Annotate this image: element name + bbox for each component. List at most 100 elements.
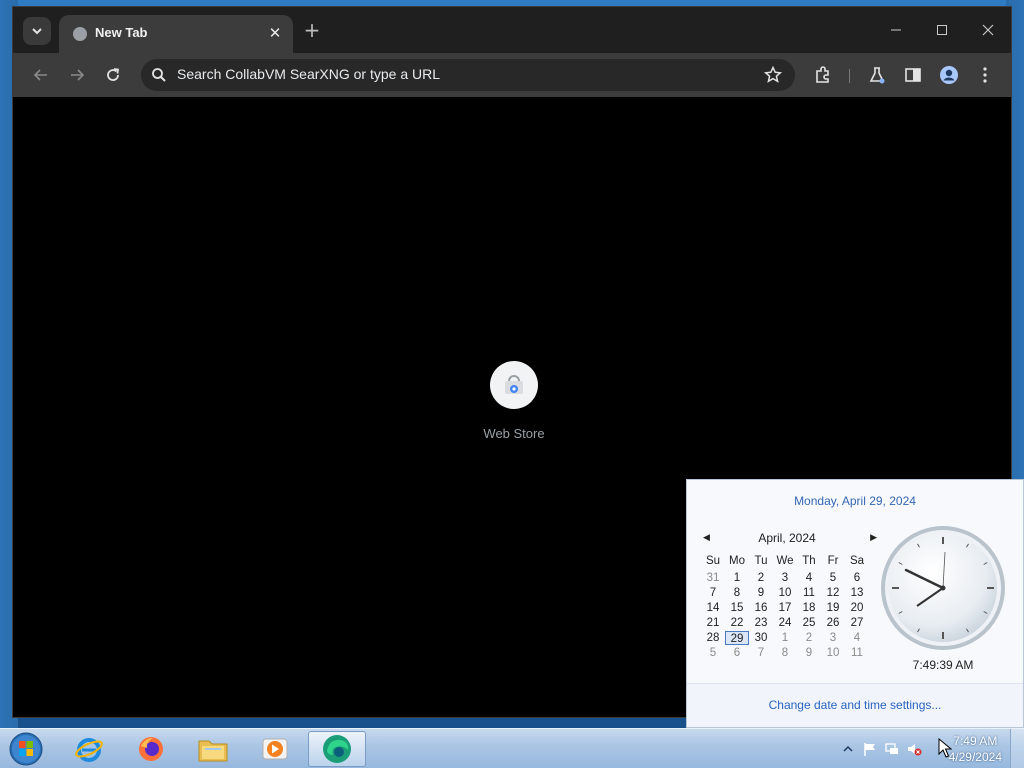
forward-button[interactable] [63, 61, 91, 89]
calendar-day[interactable]: 30 [749, 631, 773, 645]
calendar-day[interactable]: 5 [821, 571, 845, 585]
taskbar-media-player[interactable] [246, 731, 304, 767]
calendar-day[interactable]: 10 [773, 586, 797, 600]
calendar-day[interactable]: 7 [749, 646, 773, 660]
calendar-day[interactable]: 12 [821, 586, 845, 600]
calendar-day[interactable]: 18 [797, 601, 821, 615]
calendar-grid: Su Mo Tu We Th Fr Sa 31 1 2 3 4 5 6 7 8 9 10 11 12 13 14 15 16 1… [701, 554, 873, 660]
calendar-day[interactable]: 16 [749, 601, 773, 615]
calendar-day[interactable]: 11 [797, 586, 821, 600]
tab-new-tab[interactable]: New Tab ✕ [59, 15, 293, 53]
calendar-month-title[interactable]: April, 2024 [701, 531, 873, 545]
address-bar-placeholder: Search CollabVM SearXNG or type a URL [177, 66, 440, 82]
maximize-button[interactable] [919, 7, 965, 53]
side-panel-icon[interactable] [903, 65, 923, 85]
calendar-day[interactable]: 22 [725, 616, 749, 630]
calendar-day[interactable]: 17 [773, 601, 797, 615]
shortcut-icon-circle [490, 361, 538, 409]
volume-muted-icon[interactable] [906, 741, 922, 757]
calendar-day[interactable]: 19 [821, 601, 845, 615]
taskbar-edge-browser[interactable] [308, 731, 366, 767]
calendar-day[interactable]: 6 [725, 646, 749, 660]
edge-browser-icon [323, 735, 351, 763]
windows-orb-icon [9, 732, 43, 766]
calendar-day[interactable]: 8 [773, 646, 797, 660]
reload-button[interactable] [99, 61, 127, 89]
calendar-day[interactable]: 29 [725, 631, 749, 645]
calendar-day[interactable]: 4 [797, 571, 821, 585]
action-center-flag-icon[interactable] [862, 741, 878, 757]
taskbar-file-explorer[interactable] [184, 731, 242, 767]
back-icon [33, 69, 47, 81]
system-tray: 7:49 AM 4/29/2024 [834, 729, 1024, 768]
calendar-weekday-header: Mo [729, 555, 745, 567]
mouse-cursor-icon [938, 738, 952, 758]
next-month-icon[interactable]: ▶ [870, 532, 877, 543]
minimize-button[interactable] [873, 7, 919, 53]
calendar-day[interactable]: 15 [725, 601, 749, 615]
flyout-footer: Change date and time settings... [687, 683, 1023, 727]
calendar-weekday-header: Tu [754, 555, 768, 567]
close-icon [982, 24, 994, 36]
calendar-weekday-header: Su [705, 555, 721, 567]
calendar-day[interactable]: 14 [701, 601, 725, 615]
calendar-day[interactable]: 24 [773, 616, 797, 630]
calendar-day[interactable]: 21 [701, 616, 725, 630]
calendar-day[interactable]: 13 [845, 586, 869, 600]
calendar-day[interactable]: 3 [821, 631, 845, 645]
close-button[interactable] [965, 7, 1011, 53]
calendar-day[interactable]: 28 [701, 631, 725, 645]
taskbar-firefox[interactable] [122, 731, 180, 767]
window-controls [873, 7, 1011, 53]
flyout-date-header[interactable]: Monday, April 29, 2024 [687, 494, 1023, 508]
calendar-day[interactable]: 10 [821, 646, 845, 660]
profile-icon[interactable] [939, 65, 959, 85]
change-date-time-link[interactable]: Change date and time settings... [687, 698, 1023, 712]
calendar-day[interactable]: 2 [749, 571, 773, 585]
tab-search-button[interactable] [23, 17, 51, 45]
calendar-day[interactable]: 27 [845, 616, 869, 630]
calendar-day[interactable]: 6 [845, 571, 869, 585]
network-icon[interactable] [884, 741, 900, 757]
calendar-day[interactable]: 20 [845, 601, 869, 615]
calendar-day[interactable]: 4 [845, 631, 869, 645]
firefox-icon [139, 737, 163, 761]
menu-icon[interactable] [975, 65, 995, 85]
taskbar-date: 4/29/2024 [948, 750, 1002, 764]
calendar-day[interactable]: 1 [725, 571, 749, 585]
address-bar[interactable]: Search CollabVM SearXNG or type a URL [141, 59, 795, 91]
calendar-day[interactable]: 1 [773, 631, 797, 645]
calendar-weekday-header: Th [802, 555, 816, 567]
extensions-icon[interactable] [813, 65, 833, 85]
calendar-day[interactable]: 2 [797, 631, 821, 645]
calendar-day[interactable]: 7 [701, 586, 725, 600]
analog-clock [881, 526, 1005, 650]
calendar-day[interactable]: 3 [773, 571, 797, 585]
shortcut-web-store[interactable]: Web Store [469, 361, 559, 447]
media-player-icon [262, 738, 288, 760]
calendar-day[interactable]: 23 [749, 616, 773, 630]
calendar-day[interactable]: 8 [725, 586, 749, 600]
globe-icon [73, 27, 87, 41]
calendar-day[interactable]: 26 [821, 616, 845, 630]
calendar-day[interactable]: 5 [701, 646, 725, 660]
calendar-day[interactable]: 9 [749, 586, 773, 600]
show-desktop-button[interactable] [1010, 729, 1024, 768]
start-button[interactable] [6, 730, 46, 768]
taskbar-clock[interactable]: 7:49 AM 4/29/2024 [949, 733, 1002, 765]
labs-icon[interactable] [867, 65, 887, 85]
show-hidden-icons-icon[interactable] [840, 741, 856, 757]
calendar-day[interactable]: 25 [797, 616, 821, 630]
title-bar: New Tab ✕ + [13, 7, 1011, 53]
tab-close-button[interactable]: ✕ [265, 23, 285, 43]
calendar-weekday-header: We [776, 555, 794, 567]
clock-time-readout: 7:49:39 AM [912, 658, 974, 672]
new-tab-button[interactable]: + [301, 19, 323, 41]
taskbar-internet-explorer[interactable] [60, 731, 118, 767]
calendar-day[interactable]: 11 [845, 646, 869, 660]
calendar-day[interactable]: 9 [797, 646, 821, 660]
back-button[interactable] [27, 61, 55, 89]
calendar-day[interactable]: 31 [701, 571, 725, 585]
star-icon[interactable] [763, 65, 783, 85]
web-store-icon [505, 375, 523, 394]
